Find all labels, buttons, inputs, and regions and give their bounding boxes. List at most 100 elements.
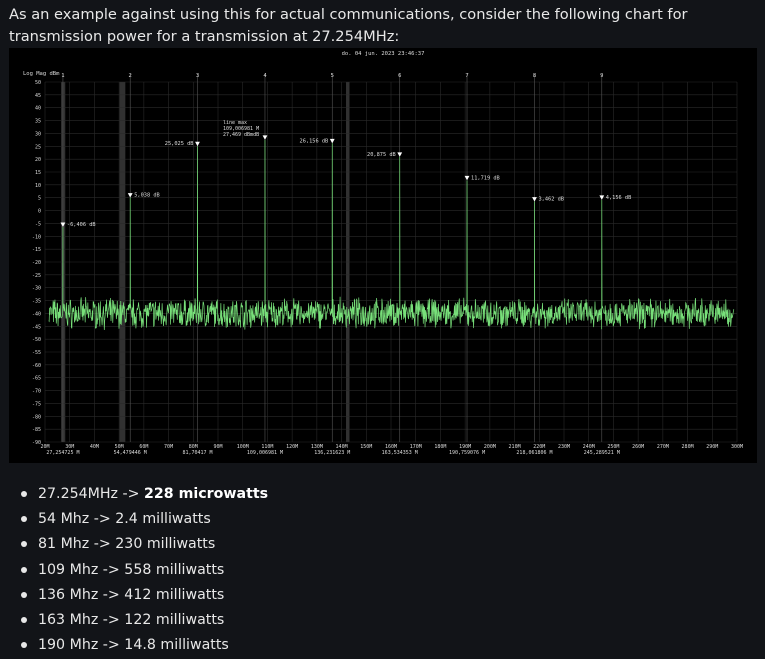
y-tick-label: 35 <box>35 119 41 125</box>
y-tick-label: -55 <box>32 350 41 356</box>
x-tick-label: 120M <box>286 444 298 450</box>
marker-number: 4 <box>263 73 267 79</box>
power-list-text: 109 Mhz -> 558 milliwatts <box>38 561 225 578</box>
y-tick-label: -50 <box>32 337 41 343</box>
marker-freq-label: 218,061806 M <box>516 450 552 456</box>
y-tick-label: 50 <box>35 80 41 86</box>
y-tick-label: -40 <box>32 311 41 317</box>
chart-timestamp: do. 04 jun. 2023 23:46:37 <box>342 51 425 57</box>
marker-number: 7 <box>465 73 468 79</box>
y-tick-label: 5 <box>38 196 41 202</box>
y-tick-label: 10 <box>35 183 41 189</box>
y-tick-label: 0 <box>38 209 41 215</box>
y-tick-label: -60 <box>32 363 41 369</box>
y-tick-label: -30 <box>32 286 41 292</box>
marker-freq-label: 81,70417 M <box>182 450 212 456</box>
marker-triangle <box>532 197 537 202</box>
marker-number: 5 <box>331 73 334 79</box>
markers-group: 1 -6,406 dB 27,254725 M 2 5,038 dB 54,479446 … <box>46 73 631 456</box>
intro-paragraph: As an example against using this for act… <box>9 6 688 45</box>
spectrum-chart-svg: 50454035302520151050-5-10-15-20-25-30-35… <box>23 51 743 456</box>
x-tick-label: 180M <box>434 444 446 450</box>
marker-level-label: 25,025 dB <box>165 141 194 147</box>
marker-level-label: -6,406 dB <box>67 222 96 228</box>
y-tick-label: -75 <box>32 401 41 407</box>
marker-level-label: 26,156 dB <box>300 138 329 144</box>
marker-triangle <box>195 141 200 147</box>
spectrum-chart: 50 45 40 35 30 25 20 15 10 5 0 -5 -10 -15 -20 -25 -30 -35… <box>9 48 757 463</box>
power-list-item: 136 Mhz -> 412 milliwatts <box>21 584 268 609</box>
power-list-item: 81 Mhz -> 230 milliwatts <box>21 533 268 558</box>
y-tick-label: -80 <box>32 414 41 420</box>
power-list-text: 81 Mhz -> 230 milliwatts <box>38 536 216 553</box>
y-tick-label: -70 <box>32 389 41 395</box>
x-tick-label: 260M <box>632 444 644 450</box>
x-tick-label: 280M <box>682 444 694 450</box>
y-tick-label: 20 <box>35 157 41 163</box>
y-tick-label: -20 <box>32 260 41 266</box>
marker-freq-label: 190,759076 M <box>449 450 485 456</box>
marker-freq-label: 163,534353 M <box>382 450 418 456</box>
y-tick-label: 45 <box>35 93 41 99</box>
y-tick-label: -65 <box>32 376 41 382</box>
marker-triangle <box>127 193 133 198</box>
bullet-dot-icon <box>21 591 27 598</box>
chart-grid <box>44 81 738 443</box>
bullet-dot-icon <box>21 616 27 623</box>
y-tick-label: -5 <box>35 221 41 227</box>
power-list-emphasis: 228 microwatts <box>144 486 269 502</box>
power-list-item: 54 Mhz -> 2.4 milliwatts <box>21 508 268 533</box>
marker-triangle <box>397 152 403 157</box>
bullet-dot-icon <box>21 516 27 523</box>
y-axis-label: Log Mag dBm <box>23 71 60 77</box>
marker-freq-label: 27,254725 M <box>46 450 79 456</box>
marker-triangle <box>262 135 268 140</box>
marker-number: 9 <box>600 73 603 79</box>
y-tick-label: 30 <box>35 131 41 137</box>
marker-level-label: 5,038 dB <box>134 193 160 199</box>
bullet-dot-icon <box>21 642 27 649</box>
y-tick-label: -25 <box>32 273 41 279</box>
marker-freq-label: 136,231623 M <box>314 450 350 456</box>
x-tick-label: 70M <box>164 444 173 450</box>
x-tick-label: 200M <box>484 444 496 450</box>
marker-triangle <box>329 138 335 144</box>
x-tick-label: 270M <box>657 444 669 450</box>
power-list-item: 163 Mhz -> 122 milliwatts <box>21 609 268 634</box>
bullet-dot-icon <box>21 566 27 573</box>
x-tick-label: 40M <box>90 444 99 450</box>
marker-number: 1 <box>61 73 64 79</box>
power-list-item: 190 Mhz -> 14.8 milliwatts <box>21 634 268 659</box>
marker-annotation: 27,469 dBmdB <box>223 132 259 138</box>
marker-number: 2 <box>129 73 132 79</box>
power-list-text: 54 Mhz -> 2.4 milliwatts <box>38 511 211 528</box>
marker-level-label: 11,719 dB <box>471 175 500 181</box>
x-tick-label: 300M <box>731 444 743 450</box>
bullet-dot-icon <box>21 541 27 548</box>
x-tick-label: 90M <box>213 444 222 450</box>
y-tick-label: -85 <box>32 427 41 433</box>
y-tick-label: -35 <box>32 299 41 305</box>
x-tick-label: 150M <box>360 444 372 450</box>
x-tick-label: 230M <box>558 444 570 450</box>
power-list-text: 27.254MHz -> <box>38 486 145 502</box>
bullet-dot-icon <box>21 491 27 497</box>
y-tick-label: 40 <box>35 106 41 112</box>
y-tick-label: 15 <box>35 170 41 176</box>
y-tick-label: -15 <box>32 247 41 253</box>
power-list-item: 109 Mhz -> 558 milliwatts <box>21 559 268 584</box>
y-tick-label: 25 <box>35 144 41 150</box>
power-list-text: 163 Mhz -> 122 milliwatts <box>38 611 225 628</box>
marker-number: 3 <box>196 73 199 79</box>
power-list-text: 190 Mhz -> 14.8 milliwatts <box>38 637 229 654</box>
marker-freq-label: 54,479446 M <box>114 450 147 456</box>
y-tick-labels: 50454035302520151050-5-10-15-20-25-30-35… <box>32 80 41 446</box>
x-tick-label: 290M <box>706 444 718 450</box>
y-tick-label: -10 <box>32 234 41 240</box>
power-list: 27.254MHz -> 228 microwatts 54 Mhz -> 2.4… <box>21 483 268 659</box>
marker-freq-label: 245,289521 M <box>584 450 620 456</box>
power-list-text: 136 Mhz -> 412 milliwatts <box>38 586 225 603</box>
y-tick-label: -45 <box>32 324 41 330</box>
marker-number: 6 <box>398 73 401 79</box>
marker-level-label: 4,156 dB <box>606 195 632 201</box>
